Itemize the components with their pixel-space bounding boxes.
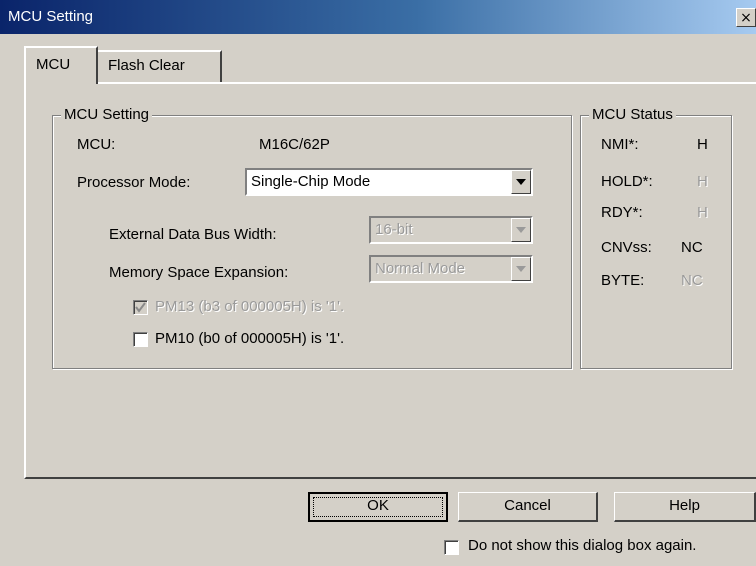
mcu-value: M16C/62P: [259, 136, 330, 153]
status-rdy-label: RDY*:: [601, 204, 643, 221]
checkmark-icon: [135, 302, 146, 313]
ok-button[interactable]: OK: [308, 492, 448, 522]
mem-expansion-label: Memory Space Expansion:: [109, 264, 289, 281]
tab-mcu[interactable]: MCU: [24, 46, 98, 84]
status-byte-value: NC: [681, 272, 703, 289]
cancel-button[interactable]: Cancel: [458, 492, 598, 522]
tab-mcu-label: MCU: [36, 56, 71, 73]
close-button[interactable]: ×: [736, 8, 756, 27]
processor-mode-dropdown-button[interactable]: [511, 170, 531, 194]
tab-flash-clear[interactable]: Flash Clear: [96, 50, 222, 83]
help-button[interactable]: Help: [614, 492, 756, 522]
status-cnvss-label: CNVss:: [601, 239, 652, 256]
status-hold-label: HOLD*:: [601, 173, 653, 190]
ext-bus-width-label: External Data Bus Width:: [109, 226, 277, 243]
pm13-checkbox[interactable]: [133, 300, 148, 315]
focus-rect: [313, 497, 443, 517]
pm10-label: PM10 (b0 of 000005H) is '1'.: [155, 330, 345, 347]
mcu-status-group-label: MCU Status: [589, 106, 676, 123]
close-icon: ×: [740, 10, 752, 26]
cancel-button-label: Cancel: [504, 497, 551, 514]
help-button-label: Help: [669, 497, 700, 514]
status-cnvss-value: NC: [681, 239, 703, 256]
processor-mode-label: Processor Mode:: [77, 174, 191, 191]
pm13-label: PM13 (b3 of 000005H) is '1'.: [155, 298, 345, 315]
mem-expansion-value: Normal Mode: [375, 260, 466, 277]
status-hold-value: H: [697, 173, 708, 190]
mem-expansion-dropdown-button[interactable]: [511, 257, 531, 281]
chevron-down-icon: [516, 266, 526, 272]
mem-expansion-select[interactable]: Normal Mode: [369, 255, 533, 283]
ext-bus-width-select[interactable]: 16-bit: [369, 216, 533, 244]
processor-mode-select[interactable]: Single-Chip Mode: [245, 168, 533, 196]
chevron-down-icon: [516, 179, 526, 185]
dont-show-label[interactable]: Do not show this dialog box again.: [468, 537, 696, 554]
ext-bus-width-value: 16-bit: [375, 221, 413, 238]
title-bar[interactable]: MCU Setting ×: [0, 0, 756, 34]
mcu-setting-group: MCU Setting MCU: M16C/62P Processor Mode…: [52, 106, 572, 369]
tab-panel-mcu: MCU Setting MCU: M16C/62P Processor Mode…: [24, 82, 756, 479]
chevron-down-icon: [516, 227, 526, 233]
mcu-setting-dialog: MCU Setting × MCU Flash Clear MCU Settin…: [0, 0, 756, 566]
status-nmi-value: H: [697, 136, 708, 153]
processor-mode-value: Single-Chip Mode: [251, 173, 371, 190]
window-title: MCU Setting: [8, 8, 94, 25]
pm10-checkbox[interactable]: [133, 332, 148, 347]
mcu-setting-group-label: MCU Setting: [61, 106, 153, 123]
status-byte-label: BYTE:: [601, 272, 645, 289]
mcu-status-group: MCU Status NMI*: H HOLD*: H RDY*: H CNVs…: [580, 106, 732, 369]
mcu-label: MCU:: [77, 136, 116, 153]
ext-bus-width-dropdown-button[interactable]: [511, 218, 531, 242]
status-rdy-value: H: [697, 204, 708, 221]
dont-show-checkbox[interactable]: [444, 540, 459, 555]
tab-flash-clear-label: Flash Clear: [108, 57, 185, 74]
status-nmi-label: NMI*:: [601, 136, 639, 153]
